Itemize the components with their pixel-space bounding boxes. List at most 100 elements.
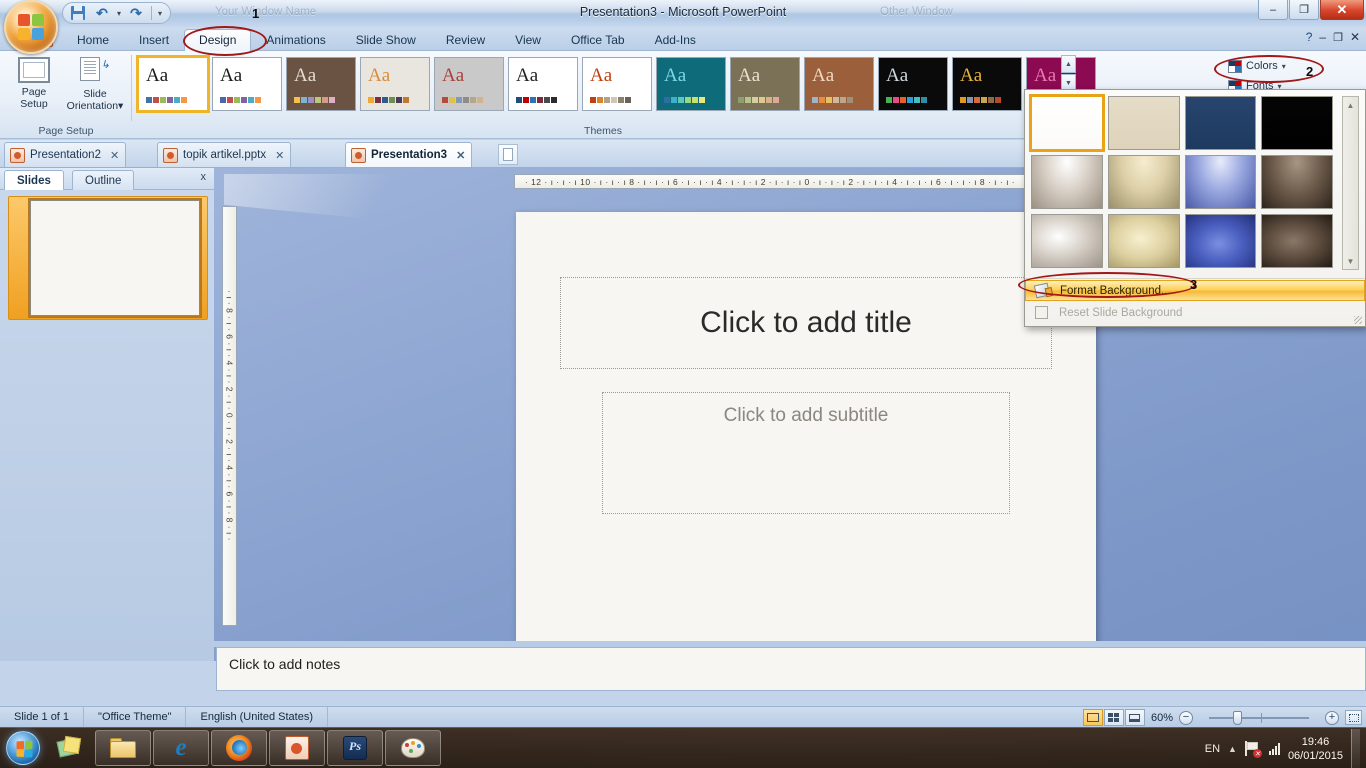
themes-scroll-up-button[interactable]: ▲ (1061, 55, 1076, 73)
undo-icon[interactable]: ↶ (93, 4, 111, 22)
background-style-swatch-style-2[interactable] (1107, 96, 1180, 150)
network-signal-icon[interactable] (1268, 742, 1280, 755)
ribbon-tab-add-ins[interactable]: Add-Ins (640, 29, 711, 51)
taskbar-item-paint[interactable] (385, 730, 441, 766)
ribbon-tab-home[interactable]: Home (62, 29, 124, 51)
pane-tab-outline[interactable]: Outline (72, 170, 135, 190)
document-tab-topik-artikel-pptx[interactable]: topik artikel.pptx ✕ (157, 142, 292, 167)
background-style-swatch-style-12[interactable] (1261, 214, 1333, 268)
background-style-swatch-style-8[interactable] (1261, 155, 1333, 209)
taskbar-item-powerpoint[interactable] (269, 730, 325, 766)
save-icon[interactable] (69, 4, 87, 22)
taskbar-item-firefox[interactable] (211, 730, 267, 766)
slide-orientation-caret[interactable]: ▾ (118, 100, 123, 112)
background-style-swatch-style-1[interactable] (1029, 94, 1105, 152)
resize-grip[interactable] (1354, 316, 1362, 324)
document-restore-button[interactable]: ❐ (1333, 31, 1343, 44)
subtitle-placeholder[interactable]: Click to add subtitle (602, 392, 1010, 514)
theme-thumbnail-equity[interactable]: Aa (508, 57, 578, 111)
close-pane-button[interactable]: x (201, 171, 207, 183)
background-scroll-down-arrow[interactable]: ▼ (1343, 253, 1358, 269)
document-tab-presentation3[interactable]: Presentation3 ✕ (345, 142, 473, 167)
theme-thumbnail-foundry[interactable]: Aa (656, 57, 726, 111)
action-center-icon[interactable]: ✕ (1244, 741, 1262, 758)
document-minimize-button[interactable]: – (1319, 30, 1326, 44)
theme-thumbnail-flow[interactable]: Aa (582, 57, 652, 111)
restore-button[interactable]: ❐ (1289, 0, 1319, 20)
background-style-swatch-style-4[interactable] (1261, 96, 1333, 150)
theme-thumbnail-opulent[interactable]: Aa (952, 57, 1022, 111)
minimize-button[interactable]: – (1258, 0, 1288, 20)
background-style-swatch-style-7[interactable] (1184, 155, 1257, 209)
background-style-swatch-style-9[interactable] (1031, 214, 1103, 268)
theme-thumbnail-module[interactable]: Aa (878, 57, 948, 111)
show-hidden-icons-button[interactable]: ▲ (1228, 744, 1237, 754)
slide-orientation-button[interactable]: ↳ Slide Orientation▾ (62, 57, 128, 112)
close-button[interactable]: ✕ (1320, 0, 1364, 20)
background-scroll-up-arrow[interactable]: ▲ (1343, 97, 1358, 113)
theme-thumbnail-apex[interactable]: Aa (212, 57, 282, 111)
theme-thumbnail-aspect[interactable]: Aa (286, 57, 356, 111)
ribbon-tab-review[interactable]: Review (431, 29, 500, 51)
clock[interactable]: 19:46 06/01/2015 (1288, 735, 1343, 763)
slide-thumbnail-preview[interactable] (30, 200, 200, 316)
office-button[interactable] (4, 0, 58, 54)
help-icon[interactable]: ? (1306, 30, 1313, 44)
notes-pane[interactable]: Click to add notes (216, 647, 1366, 691)
theme-colors-caret[interactable]: ▾ (1282, 62, 1286, 71)
language-status[interactable]: English (United States) (186, 706, 328, 728)
taskbar-item-internet-explorer[interactable]: e (153, 730, 209, 766)
redo-icon[interactable]: ↷ (127, 4, 145, 22)
zoom-level-label[interactable]: 60% (1151, 712, 1173, 724)
themes-gallery[interactable]: Aa Aa Aa Aa Aa Aa Aa Aa Aa Aa Aa Aa Aa (136, 55, 1096, 113)
taskbar-item-sticky-notes[interactable] (47, 730, 93, 766)
background-styles-grid[interactable] (1029, 94, 1333, 268)
undo-dropdown-caret[interactable]: ▾ (117, 9, 121, 18)
background-style-swatch-style-3[interactable] (1184, 96, 1257, 150)
background-styles-scrollbar[interactable]: ▲ ▼ (1342, 96, 1359, 270)
ribbon-tab-design[interactable]: Design (184, 29, 252, 51)
taskbar-item-windows-explorer[interactable] (95, 730, 151, 766)
zoom-slider-handle[interactable] (1233, 710, 1242, 725)
theme-status[interactable]: "Office Theme" (84, 706, 187, 728)
background-style-swatch-style-5[interactable] (1031, 155, 1103, 209)
title-placeholder[interactable]: Click to add title (560, 277, 1052, 369)
pane-tab-slides[interactable]: Slides (4, 170, 64, 190)
background-style-swatch-style-10[interactable] (1107, 214, 1180, 268)
new-document-button[interactable] (498, 144, 518, 165)
customize-qat-caret[interactable]: ▾ (158, 9, 162, 18)
theme-thumbnail-median[interactable]: Aa (730, 57, 800, 111)
show-desktop-button[interactable] (1351, 729, 1360, 768)
document-close-button[interactable]: ✕ (1350, 30, 1360, 44)
ribbon-tab-view[interactable]: View (500, 29, 556, 51)
slide-canvas[interactable]: Click to add title Click to add subtitle (516, 212, 1096, 648)
background-style-swatch-style-11[interactable] (1184, 214, 1257, 268)
ribbon-tab-insert[interactable]: Insert (124, 29, 184, 51)
zoom-in-button[interactable]: + (1325, 710, 1339, 725)
taskbar-item-photoshop[interactable]: Ps (327, 730, 383, 766)
reset-slide-background-label: Reset Slide Background (1059, 306, 1183, 319)
fit-to-window-button[interactable] (1345, 710, 1362, 725)
slide-show-view-button[interactable] (1124, 709, 1145, 726)
start-button[interactable] (0, 729, 46, 767)
close-tab-icon[interactable]: ✕ (110, 149, 119, 162)
theme-thumbnail-metro[interactable]: Aa (804, 57, 874, 111)
theme-thumbnail-office-theme[interactable]: Aa (136, 55, 210, 113)
close-tab-icon[interactable]: ✕ (275, 149, 284, 162)
theme-thumbnail-civic[interactable]: Aa (360, 57, 430, 111)
background-style-swatch-style-6[interactable] (1107, 155, 1180, 209)
slide-thumbnail-item[interactable]: 1 (8, 196, 208, 320)
language-indicator[interactable]: EN (1205, 743, 1220, 755)
close-tab-icon[interactable]: ✕ (456, 149, 465, 162)
ribbon-tab-office-tab[interactable]: Office Tab (556, 29, 640, 51)
page-setup-button[interactable]: Page Setup (6, 57, 62, 110)
zoom-slider[interactable] (1199, 710, 1319, 725)
ribbon-tab-animations[interactable]: Animations (251, 29, 340, 51)
zoom-out-button[interactable]: − (1179, 710, 1193, 725)
document-tab-presentation2[interactable]: Presentation2 ✕ (4, 142, 127, 167)
slide-sorter-view-button[interactable] (1103, 709, 1124, 726)
theme-thumbnail-concourse[interactable]: Aa (434, 57, 504, 111)
normal-view-button[interactable] (1082, 709, 1103, 726)
quick-access-toolbar: ↶ ▾ ↷ ▾ (62, 2, 172, 24)
ribbon-tab-slide-show[interactable]: Slide Show (341, 29, 431, 51)
